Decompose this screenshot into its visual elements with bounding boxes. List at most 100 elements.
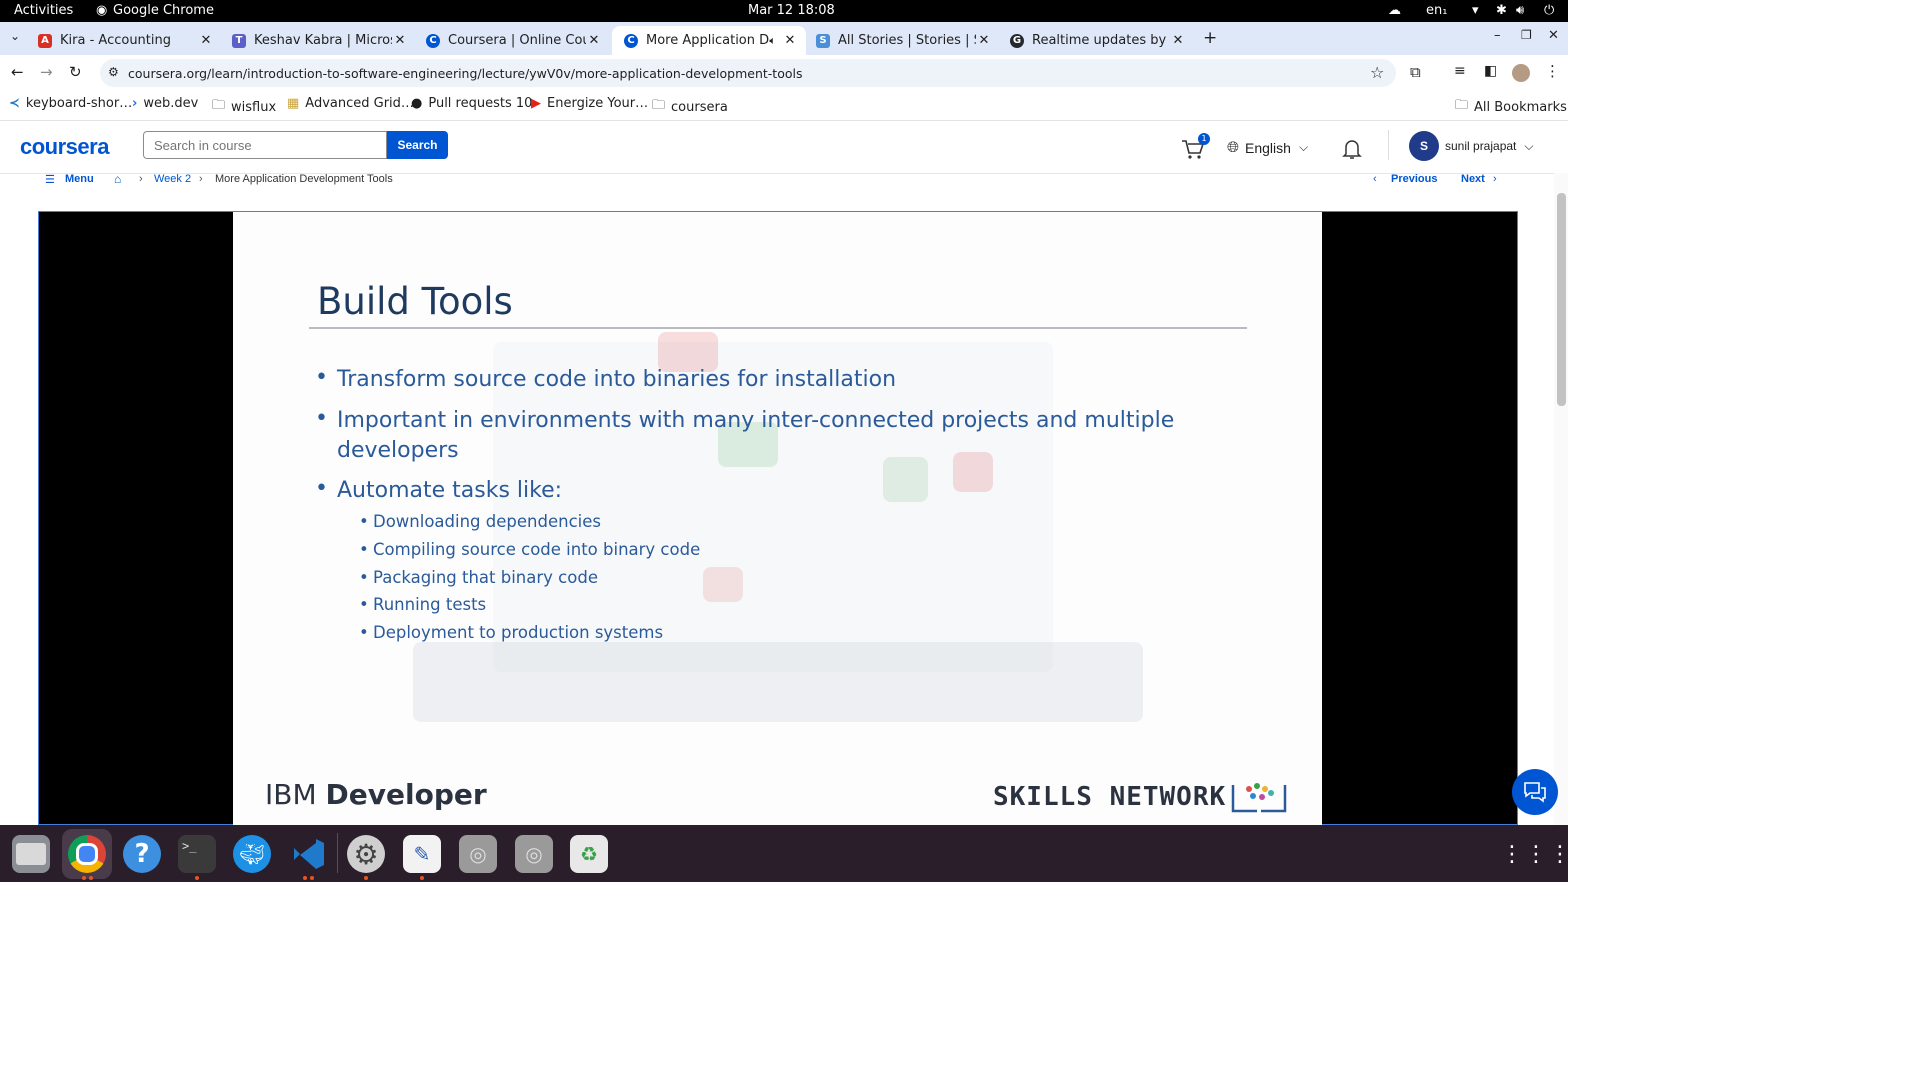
extensions-icon[interactable]: ⧉ xyxy=(1410,63,1421,81)
chrome-dock-icon[interactable] xyxy=(62,829,112,879)
lecture-slide[interactable]: Build Tools • Transform source code into … xyxy=(233,212,1322,825)
disk-icon[interactable]: ◎ xyxy=(515,835,553,873)
bookmark-energize-your[interactable]: ▶ Energize Your… xyxy=(531,96,648,111)
chat-icon xyxy=(1524,782,1546,803)
notifications-bell-icon[interactable] xyxy=(1341,137,1363,166)
ibm-developer-logo: IBM Developer xyxy=(265,778,487,811)
dock-separator xyxy=(337,833,338,873)
activities-button[interactable]: Activities xyxy=(14,3,73,18)
close-window-button[interactable]: ✕ xyxy=(1548,28,1559,43)
reload-button[interactable]: ↻ xyxy=(69,63,82,81)
scrollbar-thumb[interactable] xyxy=(1557,193,1566,406)
bluetooth-icon[interactable]: ✱ xyxy=(1496,3,1507,18)
terminal-icon[interactable]: >_ xyxy=(178,835,216,873)
bookmark-pull-requests[interactable]: ● Pull requests 10 xyxy=(411,96,532,111)
running-indicator xyxy=(89,876,93,880)
tab-keshav-kabra[interactable]: T Keshav Kabra | Microsof ✕ xyxy=(220,26,416,55)
close-icon[interactable]: ✕ xyxy=(976,33,992,48)
disk-icon[interactable]: ◎ xyxy=(459,835,497,873)
tab-coursera-online-courses[interactable]: C Coursera | Online Cours ✕ xyxy=(414,26,610,55)
trash-icon[interactable]: ♻ xyxy=(570,835,608,873)
home-icon[interactable]: ⌂ xyxy=(114,172,121,186)
menu-icon[interactable]: ☰ xyxy=(45,173,55,186)
running-indicator xyxy=(303,876,307,880)
back-button[interactable]: ← xyxy=(11,63,24,81)
github-favicon-icon: G xyxy=(1010,33,1024,48)
tab-strip: ⌄ A Kira - Accounting ✕ T Keshav Kabra |… xyxy=(0,22,1568,55)
system-top-bar: Activities ◉ Google Chrome Mar 12 18:08 … xyxy=(0,0,1568,22)
tab-realtime-updates[interactable]: G Realtime updates by ksv ✕ xyxy=(998,26,1194,55)
help-icon[interactable]: ? xyxy=(123,835,161,873)
wifi-icon[interactable]: ▾ xyxy=(1472,3,1479,18)
tab-kira-accounting[interactable]: A Kira - Accounting ✕ xyxy=(26,26,222,55)
maximize-window-button[interactable]: ❐ xyxy=(1521,28,1532,42)
close-icon[interactable]: ✕ xyxy=(392,33,408,48)
watermark-block xyxy=(703,567,743,602)
volume-icon[interactable]: 🔊︎ xyxy=(1516,3,1524,18)
vscode-dock-icon[interactable] xyxy=(289,835,327,873)
forward-button[interactable]: → xyxy=(40,63,53,81)
clock[interactable]: Mar 12 18:08 xyxy=(748,3,835,18)
grid-icon: ▦ xyxy=(287,96,300,111)
keyboard-language[interactable]: en₁ xyxy=(1426,3,1447,18)
show-apps-grid-icon[interactable]: ⋮⋮⋮ xyxy=(1501,835,1571,873)
folder-icon: 🗀︎ xyxy=(1455,98,1469,113)
new-tab-button[interactable]: + xyxy=(1203,28,1217,48)
close-icon[interactable]: ✕ xyxy=(1170,33,1186,48)
previous-button[interactable]: Previous xyxy=(1391,173,1437,185)
search-button[interactable]: Search xyxy=(387,131,448,159)
media-controls-icon[interactable]: ≡ xyxy=(1454,63,1466,79)
coursera-favicon-icon: C xyxy=(624,33,638,48)
webdev-icon: › xyxy=(132,96,138,111)
address-bar[interactable]: ⚙ coursera.org/learn/introduction-to-sof… xyxy=(100,59,1396,87)
text-editor-icon[interactable]: ✎ xyxy=(403,835,441,873)
angular-favicon-icon: A xyxy=(38,33,52,48)
running-indicator xyxy=(82,876,86,880)
files-icon[interactable] xyxy=(12,835,50,873)
close-icon[interactable]: ✕ xyxy=(782,33,798,48)
all-bookmarks-button[interactable]: 🗀︎ All Bookmarks xyxy=(1455,96,1567,118)
site-info-icon[interactable]: ⚙ xyxy=(108,65,119,79)
bookmark-star-icon[interactable]: ☆ xyxy=(1370,63,1384,82)
settings-gear-icon[interactable]: ⚙ xyxy=(347,835,385,873)
tab-search-icon[interactable]: ⌄ xyxy=(10,29,20,43)
power-icon[interactable]: ⏻ xyxy=(1544,3,1554,18)
vscode-icon: ≺ xyxy=(9,96,20,111)
bookmark-coursera-folder[interactable]: 🗀︎ coursera xyxy=(652,96,728,118)
running-indicator xyxy=(364,876,368,880)
user-menu[interactable]: S sunil prajapat ⌵ xyxy=(1409,131,1534,161)
header-divider xyxy=(1388,130,1389,160)
breadcrumb-week[interactable]: Week 2 xyxy=(154,173,191,185)
title-underline xyxy=(309,327,1247,329)
chat-button[interactable] xyxy=(1512,769,1558,815)
skills-network-logo: SKILLS NETWORK xyxy=(993,782,1227,812)
language-selector[interactable]: 🌐︎ English ⌵ xyxy=(1227,139,1308,156)
bookmark-advanced-grid[interactable]: ▦ Advanced Grid… xyxy=(287,96,414,111)
chevron-right-icon: › xyxy=(199,173,203,185)
course-search-input[interactable] xyxy=(143,131,387,159)
running-indicator xyxy=(310,876,314,880)
audio-playing-icon[interactable]: 🔈︎ xyxy=(769,34,776,48)
url-text[interactable]: coursera.org/learn/introduction-to-softw… xyxy=(128,66,803,81)
side-panel-icon[interactable]: ◧ xyxy=(1484,63,1497,79)
folder-icon: 🗀︎ xyxy=(652,98,666,113)
docker-icon[interactable]: 🐳︎ xyxy=(233,835,271,873)
menu-button[interactable]: Menu xyxy=(65,173,94,185)
bookmark-web-dev[interactable]: › web.dev xyxy=(132,96,198,111)
avatar: S xyxy=(1409,131,1439,161)
active-app-label[interactable]: Google Chrome xyxy=(113,3,214,18)
bookmark-keyboard-shortcuts[interactable]: ≺ keyboard-shor… xyxy=(9,96,132,111)
next-button[interactable]: Next xyxy=(1461,173,1485,185)
bookmarks-bar: ≺ keyboard-shor… › web.dev 🗀︎ wisflux ▦ … xyxy=(0,91,1568,121)
tab-all-stories[interactable]: S All Stories | Stories | Sho ✕ xyxy=(804,26,1000,55)
coursera-logo[interactable]: coursera xyxy=(20,134,109,160)
docker-tray-icon[interactable]: ☁ xyxy=(1388,3,1401,18)
minimize-window-button[interactable]: – xyxy=(1494,28,1501,43)
profile-avatar[interactable] xyxy=(1512,64,1530,82)
chrome-menu-icon[interactable]: ⋮ xyxy=(1545,62,1560,80)
cart-button[interactable]: 1 xyxy=(1180,133,1210,162)
close-icon[interactable]: ✕ xyxy=(586,33,602,48)
close-icon[interactable]: ✕ xyxy=(198,33,214,48)
bookmark-wisflux[interactable]: 🗀︎ wisflux xyxy=(212,96,276,118)
tab-more-application-development[interactable]: C More Application Dev 🔈︎ ✕ xyxy=(612,26,806,55)
